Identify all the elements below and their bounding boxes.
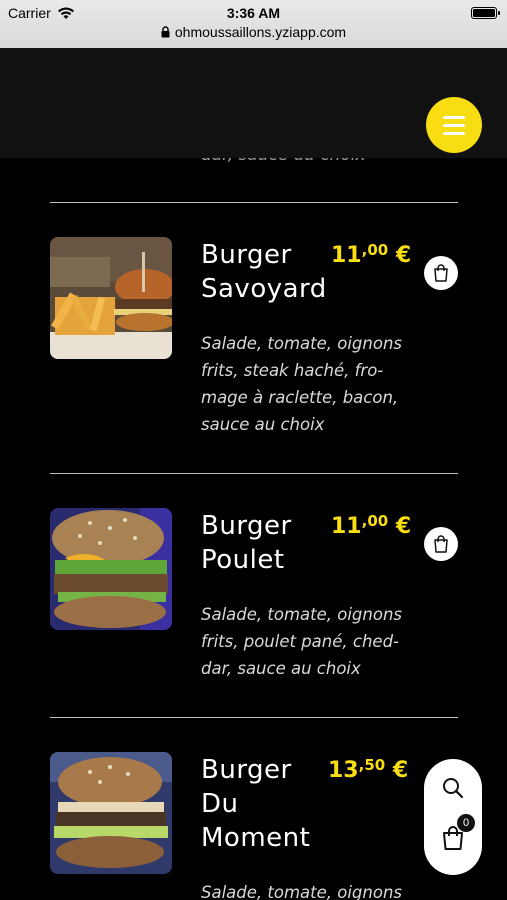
shopping-bag-icon: [434, 535, 448, 553]
product-image[interactable]: [50, 752, 172, 874]
divider: [50, 717, 458, 718]
cart-count-badge: 0: [457, 814, 475, 832]
hamburger-menu-icon[interactable]: [426, 97, 482, 153]
search-icon[interactable]: [441, 776, 465, 804]
product-description: Salade, tomate, oignons frits, poulet pa…: [201, 605, 403, 678]
product-description: Salade, tomate, oignons frits, steak hac…: [201, 334, 403, 434]
product-description: Salade, tomate, oignons: [201, 883, 403, 900]
product-price: 11,00 €: [331, 512, 412, 539]
url-text: ohmoussaillons.yziapp.com: [174, 24, 347, 40]
add-to-cart-button[interactable]: [424, 527, 458, 561]
product-image[interactable]: [50, 508, 172, 630]
add-to-cart-button[interactable]: [424, 256, 458, 290]
product-name[interactable]: Burger Savoyard: [201, 238, 331, 306]
battery-icon: [471, 7, 500, 19]
divider: [50, 202, 458, 203]
product-name[interactable]: Burger Du Moment: [201, 753, 331, 855]
clock: 3:36 AM: [226, 5, 281, 21]
product-image[interactable]: [50, 237, 172, 359]
product-price: 13,50 €: [328, 756, 409, 783]
product-name[interactable]: Burger Poulet: [201, 509, 331, 577]
lock-icon: [161, 26, 170, 38]
shopping-bag-icon: [434, 264, 448, 282]
ios-status-bar: Carrier 3:36 AM ohmoussaillons.yziapp.co…: [0, 0, 507, 48]
floating-actions: 0: [424, 759, 482, 875]
product-price: 11,00 €: [331, 241, 412, 268]
app-header: [0, 48, 507, 158]
address-bar[interactable]: ohmoussaillons.yziapp.com: [0, 24, 507, 40]
divider: [50, 473, 458, 474]
